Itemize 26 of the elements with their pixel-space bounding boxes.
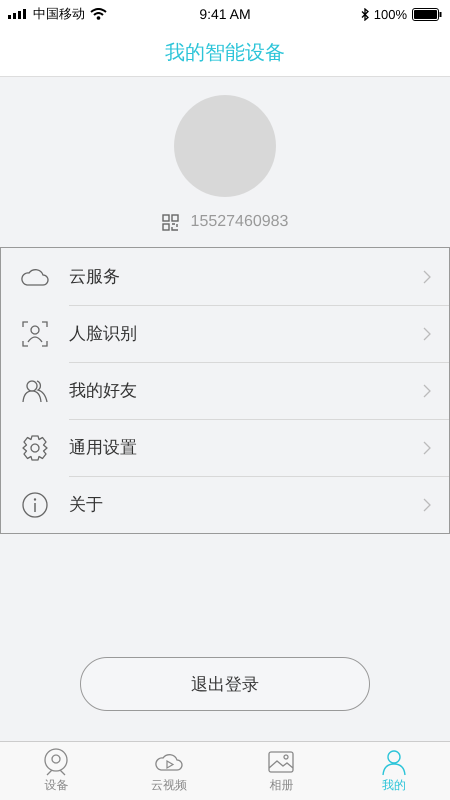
bluetooth-icon	[360, 8, 369, 20]
qr-code-icon[interactable]	[162, 214, 179, 230]
users-icon	[21, 378, 49, 402]
chevron-right-icon	[423, 498, 431, 512]
chevron-right-icon	[423, 270, 431, 284]
chevron-right-icon	[423, 440, 431, 454]
chevron-right-icon	[423, 326, 431, 340]
status-time: 9:41 AM	[199, 6, 251, 22]
settings-icon	[21, 434, 49, 460]
phone-number: 15527460983	[190, 213, 288, 231]
chevron-right-icon	[423, 384, 431, 398]
menu-item[interactable]: 人脸识别	[1, 305, 449, 362]
battery-icon	[412, 8, 442, 20]
menu-item[interactable]: 我的好友	[1, 362, 449, 419]
page-title: 我的智能设备	[165, 38, 285, 66]
cloud-icon	[21, 268, 49, 286]
menu-item[interactable]: 云服务	[1, 248, 449, 305]
logout-button[interactable]: 退出登录	[80, 657, 370, 711]
menu-item[interactable]: 关于	[1, 476, 449, 533]
signal-icon	[8, 9, 28, 19]
carrier-name: 中国移动	[33, 5, 85, 23]
face-scan-icon	[21, 320, 49, 346]
wifi-icon	[90, 8, 107, 20]
info-icon	[21, 492, 49, 518]
menu-item[interactable]: 通用设置	[1, 419, 449, 476]
battery-percent: 100%	[374, 6, 407, 22]
